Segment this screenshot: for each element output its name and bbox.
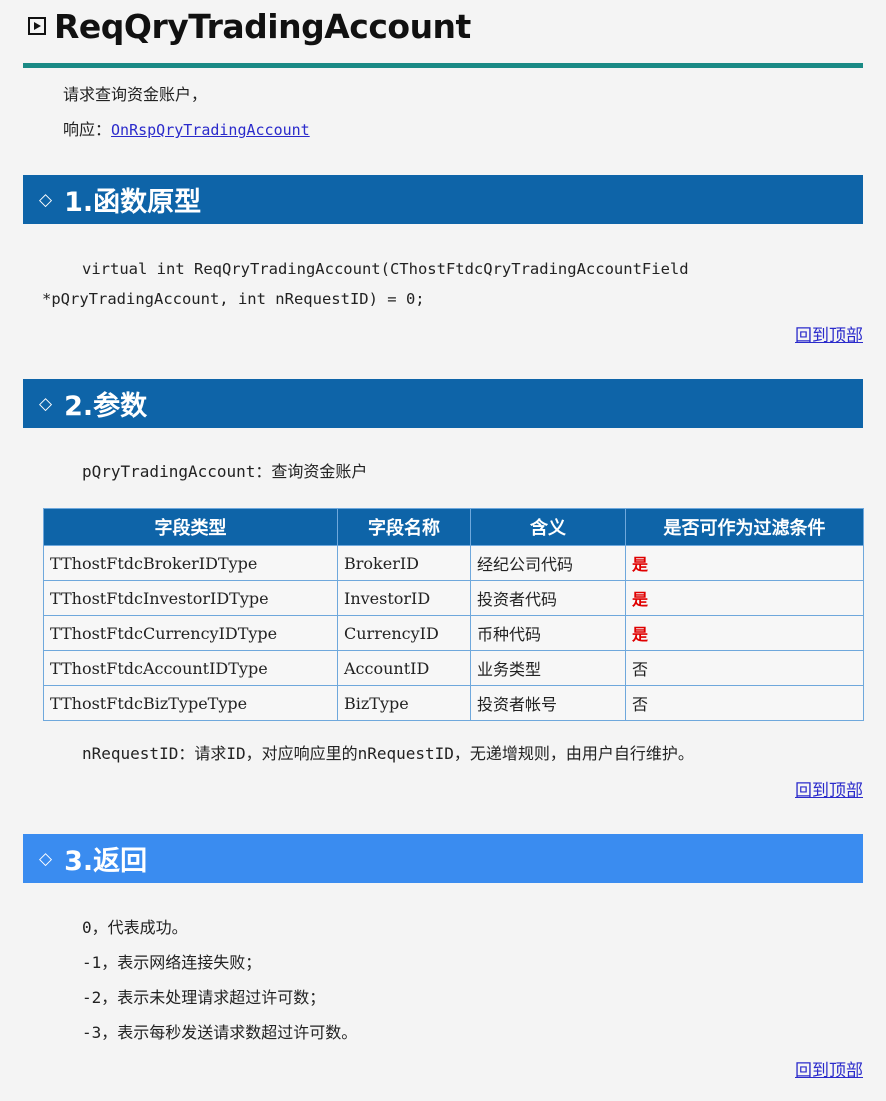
back-to-top-link[interactable]: 回到顶部	[795, 776, 863, 801]
filter-cell: 是	[625, 545, 864, 581]
intro-description: 请求查询资金账户，	[63, 85, 208, 104]
field-name-cell: BrokerID	[337, 545, 471, 581]
column-header: 是否可作为过滤条件	[625, 508, 864, 546]
title-row: ReqQryTradingAccount	[28, 6, 471, 46]
section-title: 2.参数	[64, 391, 148, 422]
back-to-top-link[interactable]: 回到顶部	[795, 1056, 863, 1081]
field-type-cell: TThostFtdcBizTypeType	[43, 685, 338, 721]
diamond-icon: ◇	[39, 848, 53, 869]
diamond-icon: ◇	[39, 393, 53, 414]
table-row: TThostFtdcBizTypeType BizType 投资者帐号 否	[43, 685, 864, 721]
meaning-cell: 投资者代码	[470, 580, 626, 616]
column-header: 含义	[470, 508, 626, 546]
column-header: 字段名称	[337, 508, 471, 546]
prototype-line-1: virtual int ReqQryTradingAccount(CThostF…	[82, 260, 689, 278]
prototype-line-2: *pQryTradingAccount, int nRequestID) = 0…	[42, 290, 425, 308]
return-item: -1，表示网络连接失败；	[82, 953, 262, 972]
table-row: TThostFtdcInvestorIDType InvestorID 投资者代…	[43, 580, 864, 616]
table-row: TThostFtdcCurrencyIDType CurrencyID 币种代码…	[43, 615, 864, 651]
response-label: 响应：	[63, 120, 112, 139]
back-to-top-link[interactable]: 回到顶部	[795, 321, 863, 346]
meaning-cell: 币种代码	[470, 615, 626, 651]
filter-cell: 否	[625, 650, 864, 686]
field-name-cell: AccountID	[337, 650, 471, 686]
title-divider	[23, 63, 863, 68]
section-header-params: ◇ 2.参数	[23, 379, 863, 428]
field-type-cell: TThostFtdcAccountIDType	[43, 650, 338, 686]
field-type-cell: TThostFtdcInvestorIDType	[43, 580, 338, 616]
request-id-note: nRequestID：请求ID，对应响应里的nRequestID，无递增规则，由…	[82, 744, 694, 763]
play-box-icon	[28, 17, 46, 35]
response-link[interactable]: OnRspQryTradingAccount	[111, 121, 310, 139]
filter-cell: 是	[625, 615, 864, 651]
meaning-cell: 业务类型	[470, 650, 626, 686]
section-header-prototype: ◇ 1.函数原型	[23, 175, 863, 224]
params-table: 字段类型 字段名称 含义 是否可作为过滤条件 TThostFtdcBrokerI…	[43, 508, 864, 721]
table-row: TThostFtdcBrokerIDType BrokerID 经纪公司代码 是	[43, 545, 864, 581]
field-type-cell: TThostFtdcCurrencyIDType	[43, 615, 338, 651]
return-item: 0，代表成功。	[82, 918, 188, 937]
field-name-cell: CurrencyID	[337, 615, 471, 651]
field-name-cell: InvestorID	[337, 580, 471, 616]
field-name-cell: BizType	[337, 685, 471, 721]
meaning-cell: 经纪公司代码	[470, 545, 626, 581]
filter-cell: 否	[625, 685, 864, 721]
page-title: ReqQryTradingAccount	[54, 6, 471, 46]
table-row: TThostFtdcAccountIDType AccountID 业务类型 否	[43, 650, 864, 686]
column-header: 字段类型	[43, 508, 338, 546]
section-header-returns: ◇ 3.返回	[23, 834, 863, 883]
section-title: 1.函数原型	[64, 187, 202, 218]
section-title: 3.返回	[64, 846, 148, 877]
return-item: -3，表示每秒发送请求数超过许可数。	[82, 1023, 358, 1042]
diamond-icon: ◇	[39, 189, 53, 210]
table-header-row: 字段类型 字段名称 含义 是否可作为过滤条件	[43, 508, 864, 546]
field-type-cell: TThostFtdcBrokerIDType	[43, 545, 338, 581]
filter-cell: 是	[625, 580, 864, 616]
return-item: -2，表示未处理请求超过许可数；	[82, 988, 326, 1007]
intro-response: 响应：OnRspQryTradingAccount	[63, 119, 310, 141]
param-intro: pQryTradingAccount：查询资金账户	[82, 462, 368, 481]
meaning-cell: 投资者帐号	[470, 685, 626, 721]
